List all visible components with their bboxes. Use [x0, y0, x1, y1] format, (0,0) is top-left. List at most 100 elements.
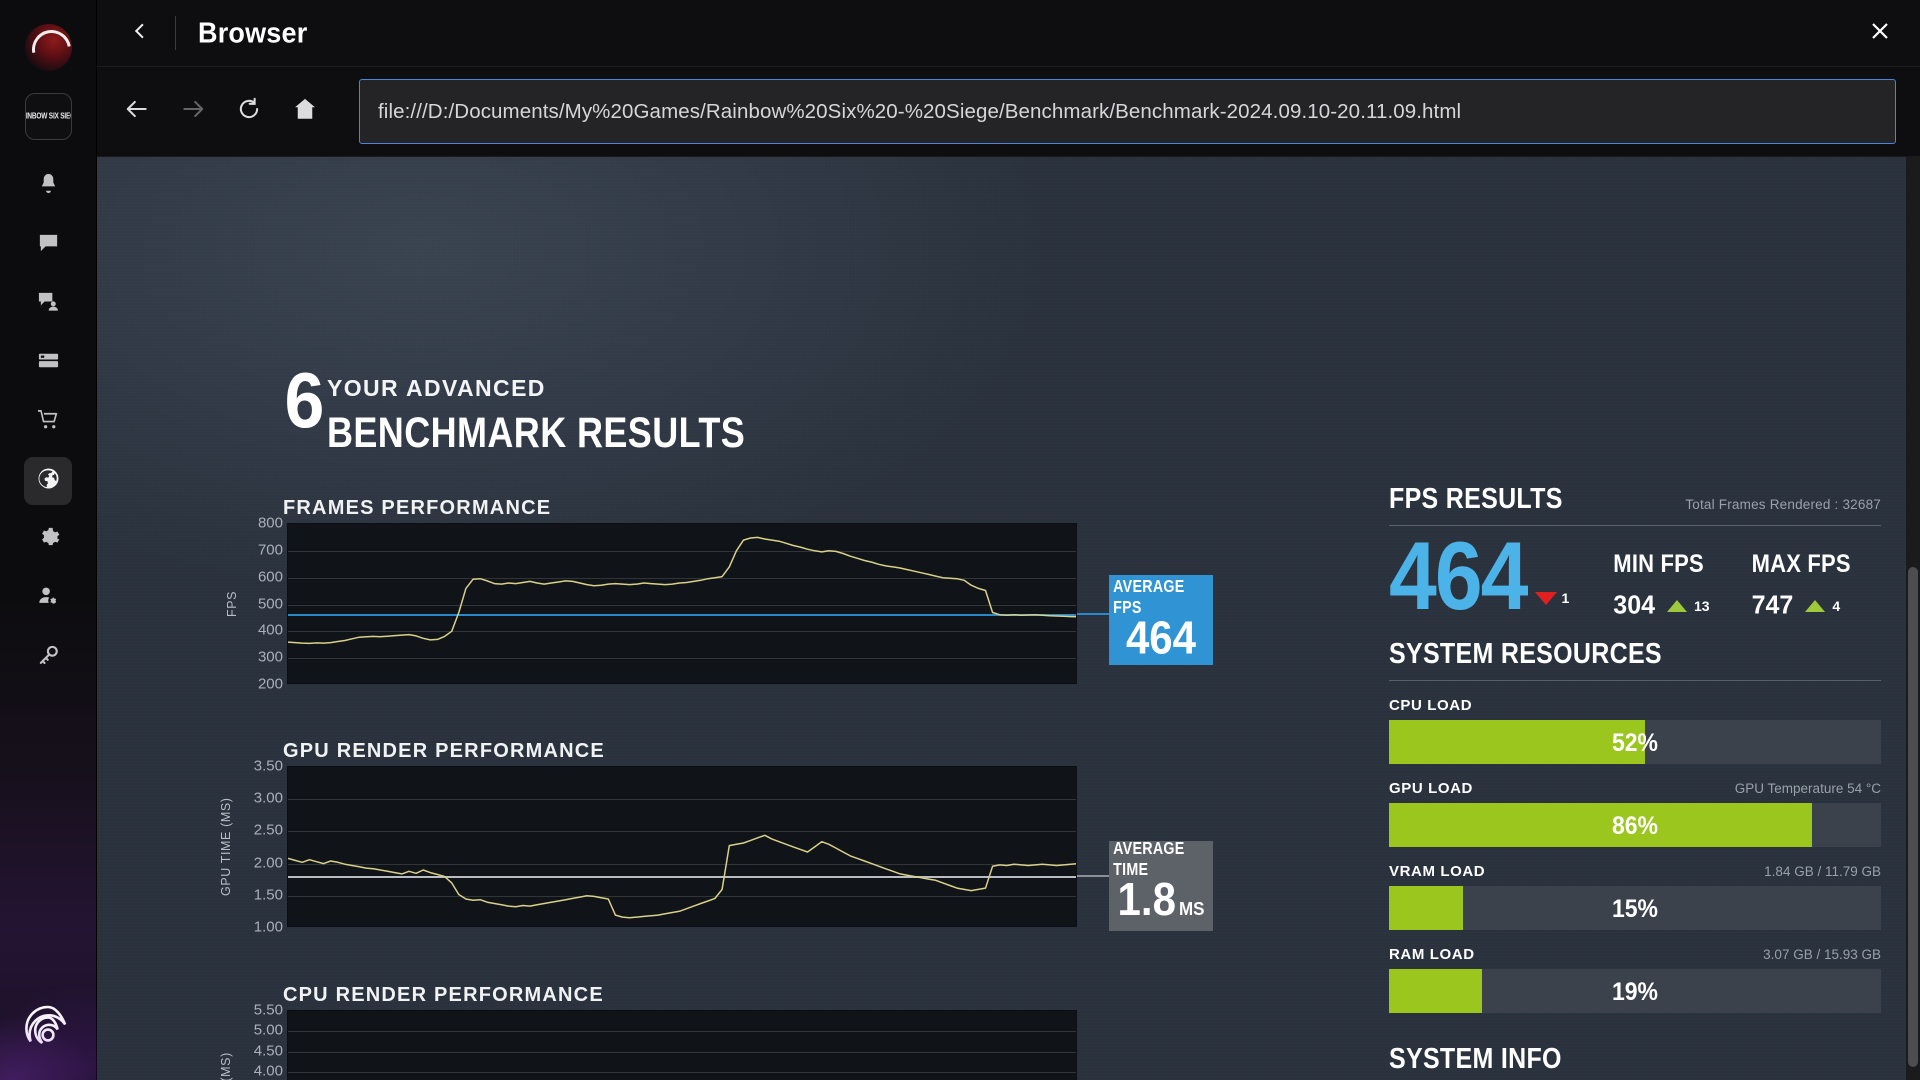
- average-badge-value: 464: [1125, 611, 1197, 664]
- average-connector-line: [1077, 875, 1109, 878]
- left-sidebar: RAINBOW SIX SIEGE: [0, 0, 97, 1080]
- sidebar-item-browser[interactable]: [24, 457, 72, 505]
- shopping-cart-icon: [37, 408, 60, 436]
- plot-canvas: [287, 523, 1077, 684]
- sidebar-item-keys[interactable]: [24, 634, 72, 682]
- resource-name: VRAM LOAD: [1389, 863, 1486, 880]
- y-axis-label: CPU TIME (MS): [219, 1010, 233, 1080]
- benchmark-subtitle: YOUR ADVANCED: [327, 375, 546, 401]
- y-tick-label: 200: [257, 675, 283, 693]
- browser-reload-button[interactable]: [221, 84, 277, 140]
- resource-percent: 19%: [1611, 976, 1659, 1005]
- chart-plot-area: CPU TIME (MS)5.505.004.504.003.503.002.5…: [219, 1002, 1077, 1080]
- section-divider: [1389, 680, 1881, 681]
- ubisoft-logo: [23, 1004, 73, 1054]
- resource-bar-fill: [1389, 803, 1813, 847]
- key-icon: [37, 644, 60, 672]
- max-fps-trend-up-icon: [1805, 599, 1826, 612]
- window-titlebar: Browser: [97, 0, 1920, 67]
- total-frames-rendered: Total Frames Rendered : 32687: [1685, 497, 1881, 512]
- game-tile-rainbow-six-siege[interactable]: RAINBOW SIX SIEGE: [24, 93, 72, 140]
- system-info-title: SYSTEM INFO: [1389, 1042, 1562, 1075]
- fps-summary-row: 464 1 MIN FPS 304 13 MAX FPS 747 4: [1389, 528, 1881, 624]
- avatar[interactable]: [24, 24, 72, 71]
- max-fps-block: MAX FPS 747 4: [1751, 549, 1851, 620]
- address-bar-input[interactable]: file:///D:/Documents/My%20Games/Rainbow%…: [359, 79, 1896, 144]
- system-resources-section: SYSTEM RESOURCES CPU LOAD52%0%GPU LOADGP…: [1389, 637, 1920, 1018]
- average-fps-delta: 1: [1561, 590, 1570, 606]
- y-tick-label: 500: [257, 595, 283, 612]
- y-tick-label: 1.00: [253, 918, 283, 936]
- resource-name: RAM LOAD: [1389, 946, 1475, 963]
- y-tick-label: 600: [257, 568, 283, 586]
- benchmark-page: 6 YOUR ADVANCED BENCHMARK RESULTS FRAMES…: [97, 157, 1920, 1080]
- page-scrollbar[interactable]: [1906, 157, 1920, 1080]
- max-fps-delta: 4: [1832, 597, 1841, 614]
- y-tick-label: 400: [257, 621, 283, 639]
- chart-plot-area: GPU TIME (MS) 3.50 3.00 2.50 2.00 1.50 1.00: [219, 758, 1077, 936]
- sidebar-item-chat[interactable]: [24, 221, 72, 269]
- resource-name: GPU LOAD: [1389, 780, 1473, 797]
- average-badge-unit: MS: [1178, 897, 1205, 919]
- user-settings-icon: [37, 585, 60, 613]
- news-card-icon: [37, 349, 60, 377]
- resource-name: CPU LOAD: [1389, 697, 1473, 714]
- y-axis-label: GPU TIME (MS): [219, 797, 233, 896]
- resource-bar: 19%: [1389, 969, 1881, 1013]
- sidebar-item-settings[interactable]: [24, 516, 72, 564]
- rainbow-six-logo: 6: [283, 361, 325, 443]
- globe-icon: [37, 467, 60, 495]
- min-fps-delta: 13: [1694, 597, 1710, 614]
- series-svg: [288, 834, 1076, 919]
- ubisoft-connect-window: RAINBOW SIX SIEGE: [0, 0, 1920, 1080]
- scrollbar-thumb[interactable]: [1908, 567, 1918, 1067]
- resource-bar: 52%: [1389, 720, 1881, 764]
- y-tick-label: 1.50: [253, 886, 283, 904]
- y-tick-label: 700: [257, 541, 283, 559]
- fps-results-section: FPS RESULTS Total Frames Rendered : 3268…: [1389, 482, 1881, 624]
- chart-plot-area: FPS 800 700 600 500 400 300 200: [225, 515, 1077, 693]
- sidebar-item-news[interactable]: [24, 339, 72, 387]
- chart-title: FRAMES PERFORMANCE: [283, 497, 552, 519]
- resource-bar-fill: [1389, 886, 1463, 930]
- min-fps-block: MIN FPS 304 13: [1613, 549, 1710, 620]
- resource-bar: 86%: [1389, 803, 1881, 847]
- results-panel: FPS RESULTS Total Frames Rendered : 3268…: [1389, 482, 1920, 1080]
- y-axis-label: FPS: [225, 590, 239, 617]
- sidebar-item-account[interactable]: [24, 575, 72, 623]
- system-resources-title: SYSTEM RESOURCES: [1389, 637, 1662, 670]
- chart-title: CPU RENDER PERFORMANCE: [283, 984, 604, 1006]
- y-tick-label: 3.00: [253, 789, 283, 807]
- y-tick-label: 4.50: [253, 1042, 283, 1060]
- browser-toolbar: file:///D:/Documents/My%20Games/Rainbow%…: [97, 67, 1920, 157]
- browser-viewport: 6 YOUR ADVANCED BENCHMARK RESULTS FRAMES…: [97, 157, 1920, 1080]
- resource-percent: 15%: [1611, 893, 1659, 922]
- sidebar-nav: [24, 162, 72, 693]
- back-button[interactable]: [117, 10, 163, 56]
- max-fps-value: 747: [1751, 590, 1794, 620]
- arrow-left-icon: [124, 96, 150, 127]
- series-svg: [288, 536, 1076, 645]
- sidebar-item-store[interactable]: [24, 398, 72, 446]
- resource-detail: 1.84 GB / 11.79 GB: [1764, 864, 1881, 879]
- y-tick-label: 4.00: [253, 1062, 283, 1080]
- sidebar-item-notifications[interactable]: [24, 162, 72, 210]
- y-tick-label: 5.50: [253, 1001, 283, 1019]
- min-fps-trend-up-icon: [1667, 599, 1688, 612]
- game-tile-label: RAINBOW SIX SIEGE: [25, 112, 71, 121]
- resource-item: RAM LOAD3.07 GB / 15.93 GB19%0%: [1389, 946, 1920, 1018]
- browser-home-button[interactable]: [277, 84, 333, 140]
- benchmark-title: BENCHMARK RESULTS: [327, 408, 746, 457]
- browser-back-button[interactable]: [109, 84, 165, 140]
- resource-item: CPU LOAD52%0%: [1389, 697, 1920, 769]
- gear-icon: [37, 526, 60, 554]
- average-badge-value: 1.8 MS: [1117, 872, 1205, 925]
- browser-forward-button[interactable]: [165, 84, 221, 140]
- min-fps-label: MIN FPS: [1613, 549, 1704, 578]
- average-badge: AVERAGE FPS 464: [1109, 575, 1213, 665]
- sidebar-item-friends[interactable]: [24, 280, 72, 328]
- series-svg: [288, 1011, 1077, 1080]
- average-fps-trend-down-icon: [1534, 591, 1557, 605]
- close-button[interactable]: [1860, 13, 1900, 53]
- close-icon: [1868, 19, 1892, 48]
